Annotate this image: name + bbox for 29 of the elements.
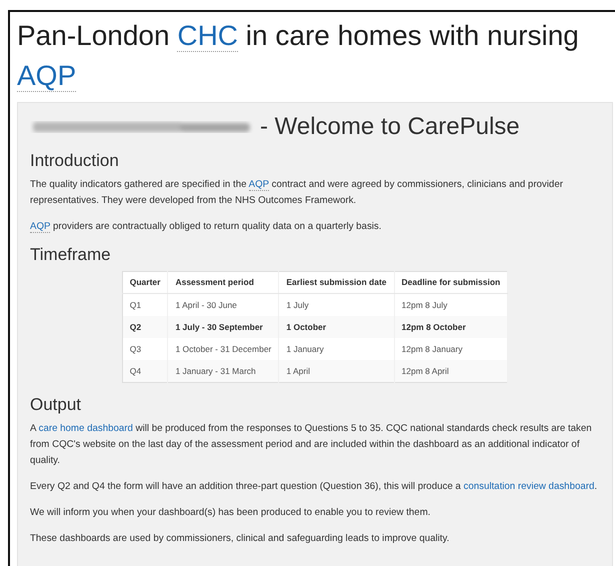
column-header: Earliest submission date [278, 272, 394, 294]
paragraph: A care home dashboard will be produced from the responses to Questions 5 to 35. CQC national standards check results are taken from CQC's website on the last day of the assessment period and are included within the dashboard as an additional indicator of quality. [30, 422, 593, 468]
table-cell: Q2 [122, 316, 168, 338]
paragraph: Every Q2 and Q4 the form will have an addition three-part question (Question 36), this will produce a consultation review dashboard. [30, 480, 598, 494]
paragraph: We will inform you when your dashboard(s) has been produced to enable you to review them. [30, 506, 432, 520]
section-heading: Output [30, 395, 82, 415]
table-cell: 12pm 8 April [394, 360, 508, 382]
table-cell: 1 January - 31 March [168, 360, 279, 382]
column-header: Assessment period [168, 272, 279, 294]
paragraph: The quality indicators gathered are specified in the AQP contract and were agreed by commissioners, clinicians and provider representatives. They were developed from the NHS Outcomes Framework. [30, 178, 564, 208]
table-cell: 12pm 8 October [394, 316, 508, 338]
column-header: Quarter [122, 272, 168, 294]
paragraph: These dashboards are used by commissioners, clinical and safeguarding leads to improve quality. [30, 532, 450, 546]
section-heading: Introduction [30, 151, 120, 171]
link[interactable]: care home dashboard [38, 423, 133, 434]
abbreviation[interactable]: AQP [248, 179, 269, 191]
table-cell: 1 April [278, 360, 394, 382]
table-cell: Q4 [122, 360, 168, 382]
paragraph: AQP providers are contractually obliged to return quality data on a quarterly basis. [30, 220, 382, 235]
table-cell: 1 October [278, 316, 394, 338]
page-title: Pan-London CHC in care homes with nursing AQP [17, 19, 580, 94]
abbreviation[interactable]: AQP [30, 221, 50, 233]
link[interactable]: consultation review dashboard [463, 481, 594, 492]
abbreviation[interactable]: CHC [177, 20, 238, 52]
abbreviation[interactable]: AQP [17, 60, 76, 92]
section-heading: Timeframe [30, 245, 112, 265]
table-cell: 1 July - 30 September [168, 316, 279, 338]
column-header: Deadline for submission [394, 272, 508, 294]
welcome-heading: - Welcome to CarePulse [260, 113, 520, 141]
